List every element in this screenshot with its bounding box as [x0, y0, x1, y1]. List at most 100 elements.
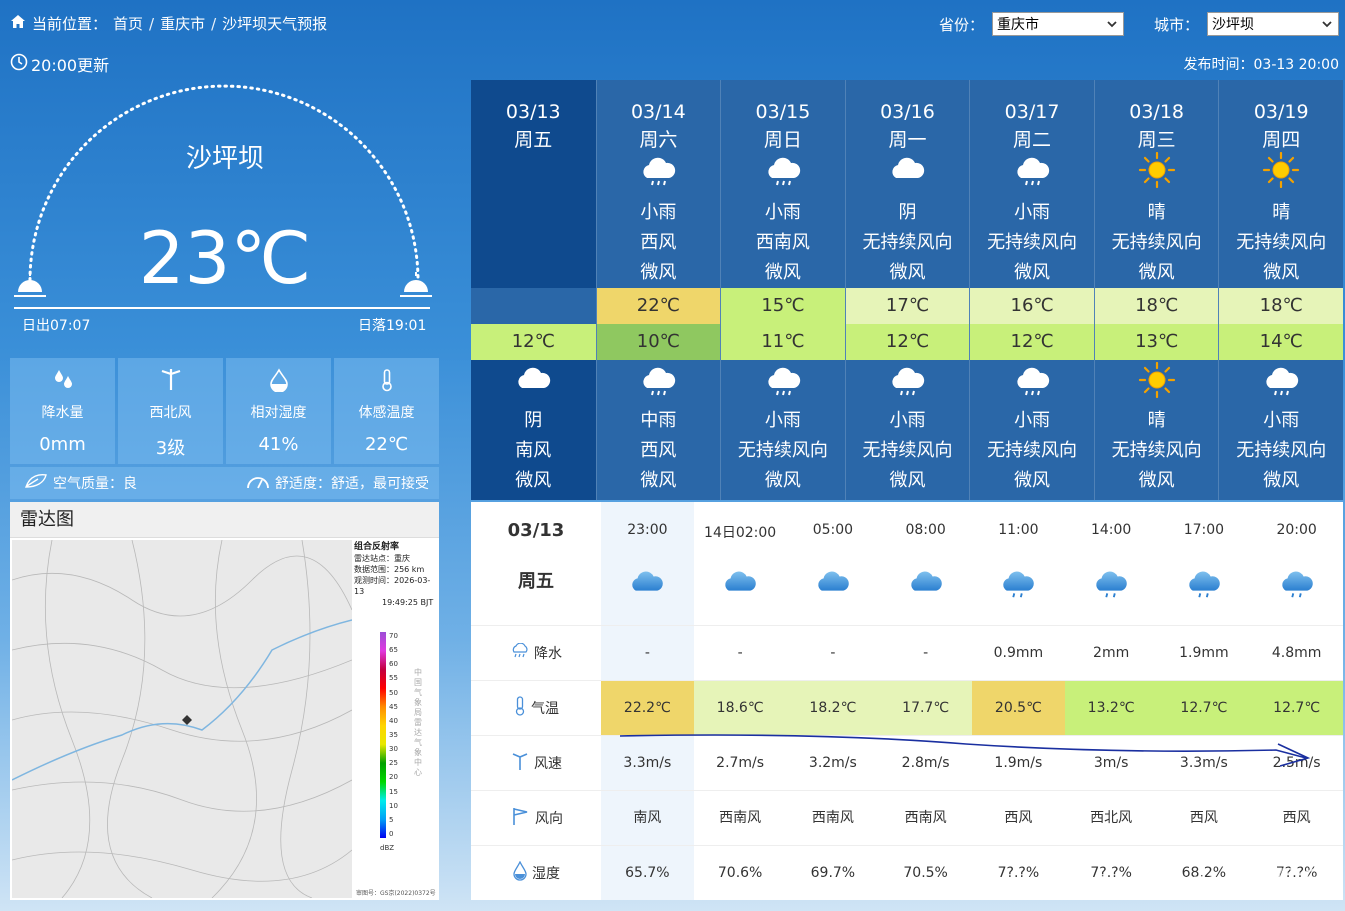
forecast-day-column[interactable]: 03/16 周一阴无持续风向 微风 17℃ 12℃ 小雨 无持续风向 微风 [844, 80, 970, 500]
day-weather: 小雨 [764, 202, 801, 223]
forecast-high-temp: 16℃ [970, 288, 1094, 324]
rain-icon [1219, 362, 1343, 403]
wind-speed-icon [510, 751, 530, 775]
breadcrumb-home-link[interactable]: 首页 [113, 13, 143, 34]
forecast-day-column[interactable]: 03/14 周六 小雨 西风 微风 22℃ 10℃ 中雨 西风 微风 [595, 80, 721, 500]
forecast-day-column[interactable]: 03/18 周三晴无持续风向 微风 18℃ 13℃ 晴无持续风向 微风 [1093, 80, 1219, 500]
forecast-weekday: 周三 [1137, 129, 1176, 151]
hourly-rain-value: 2mm [1093, 645, 1130, 661]
day-weather: 小雨 [1014, 202, 1051, 223]
breadcrumb-current: 沙坪坝天气预报 [222, 15, 328, 33]
stat-precipitation: 降水量 0mm [10, 358, 115, 464]
day-wind-lv: 微风 [640, 262, 677, 283]
night-wind-lv: 微风 [515, 470, 552, 491]
night-wind-dir: 无持续风向 [1111, 440, 1202, 461]
day-weather: 晴 [1147, 202, 1166, 223]
day-weather: 小雨 [640, 202, 677, 223]
hourly-dir-value: 西南风 [811, 810, 854, 826]
hourly-temp-value: 20.5℃ [972, 681, 1065, 735]
rain-cloud-icon [1158, 568, 1251, 604]
forecast-high-temp: 18℃ [1094, 288, 1219, 324]
breadcrumb-city-link[interactable]: 重庆市 [160, 13, 205, 34]
forecast-high-temp [471, 288, 596, 324]
wind-icon [118, 368, 223, 396]
forecast-high-temp: 15℃ [721, 288, 845, 324]
radar-scale-tick: 15 [389, 787, 398, 796]
publish-time: 发布时间：03-13 20:00 [1183, 57, 1339, 73]
thermometer-icon [334, 368, 439, 396]
rain-cloud-icon [972, 568, 1065, 604]
radar-scale-tick: 65 [389, 646, 398, 655]
forecast-day-column[interactable]: 03/15 周日 小雨 西南风 微风 15℃ 11℃ 小雨 无持续风向 微风 [720, 80, 845, 500]
radar-scale-tick: 25 [389, 759, 398, 768]
cloud-icon [787, 568, 880, 604]
humidity-icon [512, 860, 528, 885]
radar-scale-tick: 30 [389, 745, 398, 754]
rain-icon [846, 362, 970, 403]
hourly-time: 11:00 [998, 522, 1039, 538]
cloud-icon [879, 568, 972, 604]
hourly-rain-value: - [923, 645, 929, 661]
hourly-forecast: 03/13 周五 23:00 14日02:00 05:00 08:00 11:00 14:… [471, 502, 1343, 900]
forecast-low-temp: 12℃ [471, 324, 596, 360]
hourly-time: 23:00 [627, 522, 668, 538]
hourly-time: 14:00 [1090, 522, 1132, 538]
stat-feels-like: 体感温度 22℃ [334, 358, 439, 464]
night-wind-lv: 微风 [1138, 470, 1175, 491]
rain-icon [597, 152, 721, 193]
hourly-temp-value: 18.2℃ [786, 681, 880, 735]
hourly-dir-value: 西风 [1282, 810, 1311, 826]
day-wind-lv: 微风 [889, 262, 926, 283]
day-wind-dir: 无持续风向 [1111, 232, 1202, 253]
forecast-high-temp: 22℃ [596, 288, 721, 324]
forecast-low-temp: 12℃ [845, 324, 970, 360]
hourly-dir-value: 西南风 [719, 810, 762, 826]
night-weather: 中雨 [640, 410, 677, 431]
hourly-dir-value: 西风 [1004, 810, 1033, 826]
forecast-day-column[interactable]: 03/13 周五 12℃ 阴南风 微风 [471, 80, 596, 500]
forecast-weekday: 周六 [639, 129, 678, 151]
forecast-date: 03/15 [755, 101, 811, 123]
forecast-day-column[interactable]: 03/19 周四晴无持续风向 微风 18℃ 14℃ 小雨 无持续风向 微风 [1218, 80, 1343, 500]
cloud-icon [471, 362, 596, 403]
province-label: 省份： [938, 15, 984, 34]
humidity-icon [226, 368, 331, 396]
hourly-rain-value: 4.8mm [1271, 645, 1322, 661]
hourly-temp-value: 12.7℃ [1157, 681, 1251, 735]
radar-map[interactable]: 组合反射率 雷达站点：重庆 数据范围：256 km 观测时间：2026-03-1… [10, 538, 439, 900]
hourly-temp-value: 17.7℃ [879, 681, 972, 735]
thermometer-icon [513, 696, 527, 720]
rain-icon [970, 362, 1094, 403]
night-weather: 小雨 [1014, 410, 1051, 431]
night-wind-dir: 无持续风向 [862, 440, 953, 461]
comfort-level: 舒适度：舒适，最可接受 [275, 476, 429, 492]
home-icon [10, 14, 26, 33]
forecast-low-temp: 10℃ [596, 324, 721, 360]
air-comfort-bar: 空气质量：良 舒适度：舒适，最可接受 [10, 467, 439, 499]
radar-terrain-image [12, 540, 352, 898]
forecast-low-temp: 11℃ [721, 324, 845, 360]
day-wind-dir: 无持续风向 [1236, 232, 1327, 253]
night-weather: 小雨 [764, 410, 801, 431]
radar-footer: 审图号：GS京(2022)0372号 [356, 890, 436, 897]
hourly-row-label-rain: 降水 [471, 626, 601, 680]
hourly-rain-value: - [644, 645, 650, 661]
hourly-dir-value: 西风 [1189, 810, 1218, 826]
hourly-rain-value: - [830, 645, 836, 661]
hourly-dir-value: 西南风 [904, 810, 947, 826]
radar-color-scale: 70 65 60 55 50 45 40 35 30 25 20 15 10 5 0 [380, 632, 398, 838]
forecast-date: 03/16 [880, 101, 935, 123]
night-wind-lv: 微风 [1263, 470, 1300, 491]
night-weather: 晴 [1147, 410, 1166, 431]
sun-icon [1095, 151, 1219, 193]
day-wind-dir: 无持续风向 [987, 232, 1078, 253]
forecast-day-column[interactable]: 03/17 周二 小雨 无持续风向 微风 16℃ 12℃ 小雨 无持续风向 微风 [969, 80, 1094, 500]
clock-icon [10, 53, 28, 75]
forecast-date: 03/18 [1129, 101, 1184, 123]
province-select[interactable]: 重庆市 [991, 12, 1124, 36]
hourly-row-label-temp: 气温 [471, 681, 601, 735]
day-wind-lv: 微风 [1263, 262, 1300, 283]
hourly-time: 08:00 [905, 522, 946, 538]
hourly-row-label-speed: 风速 [471, 736, 601, 790]
city-select[interactable]: 沙坪坝 [1207, 12, 1339, 36]
